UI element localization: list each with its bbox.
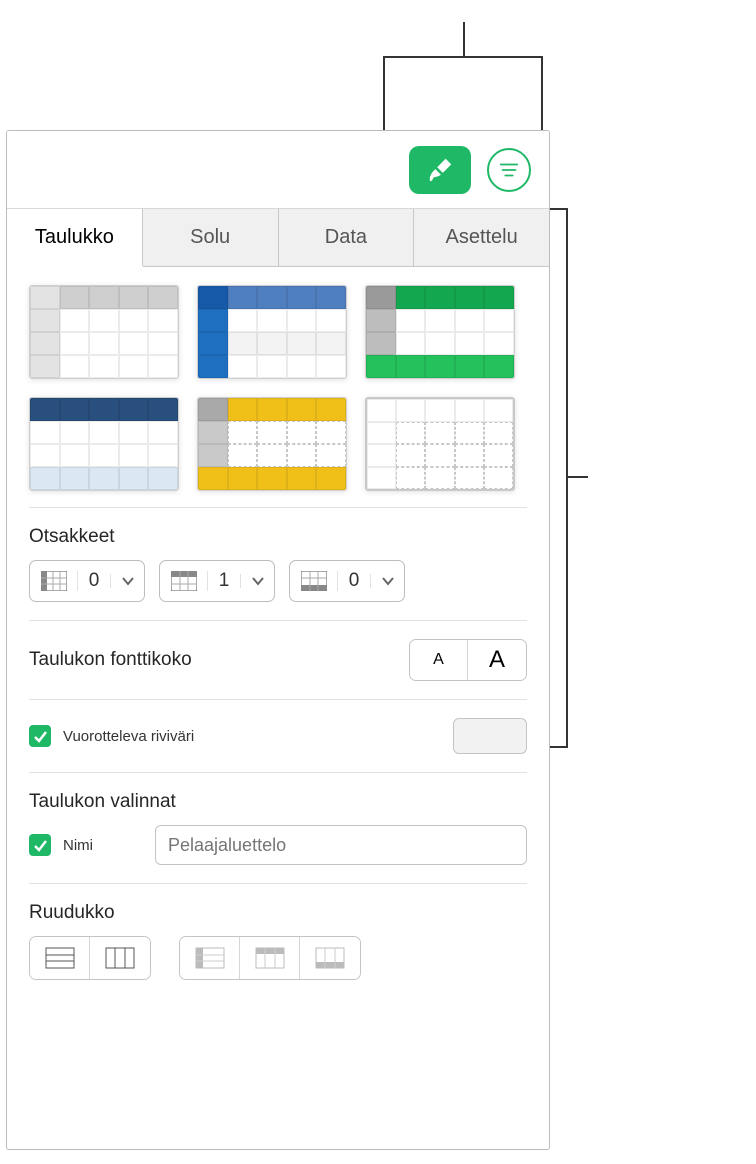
section-table-options: Taulukon valinnat Nimi	[29, 773, 527, 884]
grid-title: Ruudukko	[29, 902, 527, 924]
tab-content: Otsakkeet 0 1	[7, 267, 549, 1149]
grid-header-segment	[179, 936, 361, 980]
grid-footer-rows-button[interactable]	[300, 937, 360, 979]
font-size-decrease-button[interactable]: A	[410, 640, 468, 680]
chevron-down-icon	[110, 574, 144, 588]
table-style-outline[interactable]	[365, 397, 515, 491]
table-style-navy[interactable]	[29, 397, 179, 491]
footer-rows-value: 0	[338, 570, 370, 592]
grid-header-cols-button[interactable]	[180, 937, 240, 979]
brush-icon	[425, 155, 455, 185]
font-size-title: Taulukon fonttikoko	[29, 649, 192, 671]
grid-vertical-lines-button[interactable]	[90, 937, 150, 979]
font-size-segment: A A	[409, 639, 527, 681]
table-style-blue[interactable]	[197, 285, 347, 379]
header-columns-value: 0	[78, 570, 110, 592]
grid-body-segment	[29, 936, 151, 980]
tab-data[interactable]: Data	[279, 209, 415, 266]
section-grid: Ruudukko	[29, 884, 527, 998]
chevron-down-icon	[370, 574, 404, 588]
table-name-input[interactable]	[155, 825, 527, 865]
headers-title: Otsakkeet	[29, 526, 527, 548]
header-columns-icon	[30, 571, 78, 591]
header-rows-icon	[160, 571, 208, 591]
section-alt-row: Vuorotteleva riviväri	[29, 700, 527, 773]
chevron-down-icon	[240, 574, 274, 588]
inspector-panel: Taulukko Solu Data Asettelu	[6, 130, 550, 1150]
header-rows-value: 1	[208, 570, 240, 592]
options-title: Taulukon valinnat	[29, 791, 527, 813]
tab-asettelu[interactable]: Asettelu	[414, 209, 549, 266]
footer-rows-stepper[interactable]: 0	[289, 560, 405, 602]
format-brush-button[interactable]	[409, 146, 471, 194]
callout-right	[548, 208, 588, 748]
table-styles-grid	[29, 285, 527, 508]
inspector-toolbar	[7, 131, 549, 209]
name-checkbox[interactable]: Nimi	[29, 834, 139, 856]
checkbox-checked-icon	[29, 725, 51, 747]
tab-taulukko[interactable]: Taulukko	[7, 209, 143, 267]
checkbox-checked-icon	[29, 834, 51, 856]
section-headers: Otsakkeet 0 1	[29, 508, 527, 621]
section-font-size: Taulukon fonttikoko A A	[29, 621, 527, 700]
header-columns-stepper[interactable]: 0	[29, 560, 145, 602]
header-rows-stepper[interactable]: 1	[159, 560, 275, 602]
grid-header-rows-button[interactable]	[240, 937, 300, 979]
grid-horizontal-lines-button[interactable]	[30, 937, 90, 979]
font-size-increase-button[interactable]: A	[468, 640, 526, 680]
table-style-gray[interactable]	[29, 285, 179, 379]
name-label: Nimi	[63, 837, 93, 854]
tab-solu[interactable]: Solu	[143, 209, 279, 266]
table-style-green[interactable]	[365, 285, 515, 379]
callout-top	[383, 22, 543, 132]
alt-row-color-swatch[interactable]	[453, 718, 527, 754]
organize-button[interactable]	[487, 148, 531, 192]
footer-rows-icon	[290, 571, 338, 591]
alt-row-checkbox[interactable]: Vuorotteleva riviväri	[29, 725, 194, 747]
alt-row-label: Vuorotteleva riviväri	[63, 728, 194, 745]
inspector-tabs: Taulukko Solu Data Asettelu	[7, 209, 549, 267]
organize-icon	[498, 159, 520, 181]
table-style-gold[interactable]	[197, 397, 347, 491]
